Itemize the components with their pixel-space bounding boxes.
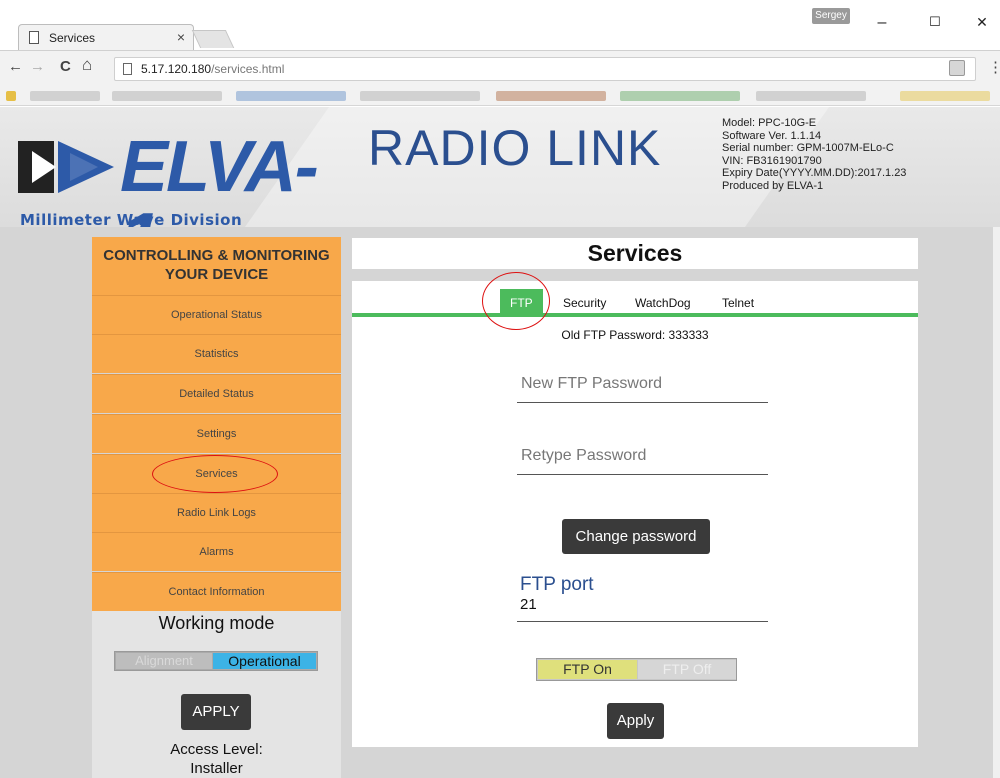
bookmark-item[interactable]	[236, 91, 346, 101]
bookmark-item[interactable]	[360, 91, 480, 101]
url-text: 5.17.120.180/services.html	[141, 62, 284, 76]
scrollbar[interactable]	[993, 227, 1000, 778]
tab-security[interactable]: Security	[557, 293, 612, 321]
retype-password-input[interactable]	[517, 437, 768, 474]
close-icon[interactable]: ×	[177, 29, 185, 45]
home-icon[interactable]: ⌂	[82, 55, 92, 75]
apps-icon[interactable]	[6, 91, 16, 101]
device-serial: Serial number: GPM-1007M-ELo-C	[722, 142, 894, 154]
tab-title: Services	[49, 31, 96, 45]
new-password-input[interactable]	[517, 365, 768, 402]
forward-icon[interactable]: →	[30, 58, 45, 75]
page-header: ELVA-1 Millimeter Wave Division RADIO LI…	[0, 107, 1000, 227]
url-host: 5.17.120.180	[141, 62, 212, 76]
page-icon	[123, 63, 132, 75]
sidebar-item-settings[interactable]: Settings	[92, 414, 341, 453]
maximize-button[interactable]: ☐	[915, 14, 955, 30]
device-model: Model: PPC-10G-E	[722, 117, 817, 129]
menu-icon[interactable]: ⋮	[988, 58, 1000, 76]
bookmark-item[interactable]	[496, 91, 606, 101]
bookmark-item[interactable]	[620, 91, 740, 101]
sidebar-item-services[interactable]: Services	[92, 454, 341, 493]
window-close-button[interactable]: ✕	[962, 14, 1000, 31]
tab-ftp[interactable]: FTP	[500, 289, 543, 317]
ftp-port-field[interactable]: 21	[517, 594, 768, 622]
access-level-value: Installer	[190, 760, 243, 777]
sidebar-item-operational-status[interactable]: Operational Status	[92, 295, 341, 334]
device-expiry: Expiry Date(YYYY.MM.DD):2017.1.23	[722, 167, 907, 179]
device-info: Model: PPC-10G-E Software Ver. 1.1.14 Se…	[722, 117, 906, 192]
sidebar-item-contact-information[interactable]: Contact Information	[92, 572, 341, 611]
translate-icon[interactable]	[949, 60, 965, 76]
page-icon	[29, 31, 39, 44]
mode-operational-option[interactable]: Operational	[213, 653, 316, 669]
ftp-port-value[interactable]: 21	[520, 596, 537, 613]
apply-button[interactable]: Apply	[607, 703, 664, 739]
device-producer: Produced by ELVA-1	[722, 179, 824, 192]
address-bar[interactable]: 5.17.120.180/services.html	[114, 57, 976, 81]
ftp-port-label: FTP port	[520, 574, 594, 595]
new-password-field[interactable]	[517, 365, 768, 403]
page-title: Services	[352, 238, 918, 269]
sidebar-heading-line2: YOUR DEVICE	[164, 266, 269, 283]
new-tab-button[interactable]	[191, 30, 235, 48]
bookmark-item[interactable]	[756, 91, 866, 101]
mode-alignment-option[interactable]: Alignment	[116, 653, 212, 669]
sidebar-item-statistics[interactable]: Statistics	[92, 334, 341, 373]
url-path: /services.html	[211, 62, 285, 76]
working-mode-title: Working mode	[158, 613, 275, 633]
back-icon[interactable]: ←	[8, 58, 23, 75]
device-vin: VIN: FB3161901790	[722, 154, 822, 167]
working-mode-toggle[interactable]: Alignment Operational	[114, 651, 318, 671]
bookmarks-bar	[0, 86, 1000, 106]
tab-watchdog[interactable]: WatchDog	[629, 293, 697, 321]
reload-icon[interactable]: C	[60, 58, 71, 75]
ftp-on-option[interactable]: FTP On	[538, 660, 637, 679]
tab-telnet[interactable]: Telnet	[716, 293, 760, 321]
sidebar-heading: CONTROLLING & MONITORING YOUR DEVICE	[92, 237, 341, 295]
ftp-off-option[interactable]: FTP Off	[638, 660, 736, 679]
access-level: Access Level: Installer	[92, 740, 341, 778]
retype-password-field[interactable]	[517, 437, 768, 475]
logo-tagline: Millimeter Wave Division	[20, 211, 243, 227]
services-panel: FTP Security WatchDog Telnet Old FTP Pas…	[352, 281, 918, 747]
change-password-button[interactable]: Change password	[562, 519, 710, 554]
device-software: Software Ver. 1.1.14	[722, 129, 822, 142]
browser-tab[interactable]: Services ×	[18, 24, 194, 50]
old-password-text: Old FTP Password: 333333	[561, 328, 709, 342]
bookmark-item[interactable]	[112, 91, 222, 101]
access-level-label: Access Level:	[170, 741, 263, 758]
bookmark-item[interactable]	[30, 91, 100, 101]
browser-tab-strip: Services × Sergey – ☐ ✕	[0, 0, 1000, 50]
mode-apply-button[interactable]: APPLY	[181, 694, 251, 730]
working-mode-panel: Working mode Alignment Operational APPLY…	[92, 611, 341, 778]
sidebar-item-alarms[interactable]: Alarms	[92, 532, 341, 571]
logo-mark-icon	[18, 141, 114, 193]
bookmark-item[interactable]	[900, 91, 990, 101]
profile-badge[interactable]: Sergey	[812, 8, 850, 24]
sidebar-item-detailed-status[interactable]: Detailed Status	[92, 374, 341, 413]
services-tabs: FTP Security WatchDog Telnet	[352, 281, 918, 317]
ftp-toggle[interactable]: FTP On FTP Off	[536, 658, 737, 681]
minimize-button[interactable]: –	[862, 14, 902, 32]
sidebar-item-radio-link-logs[interactable]: Radio Link Logs	[92, 493, 341, 532]
site-title: RADIO LINK	[368, 120, 662, 176]
sidebar-heading-line1: CONTROLLING & MONITORING	[103, 247, 330, 264]
sidebar: CONTROLLING & MONITORING YOUR DEVICE Ope…	[92, 237, 341, 778]
